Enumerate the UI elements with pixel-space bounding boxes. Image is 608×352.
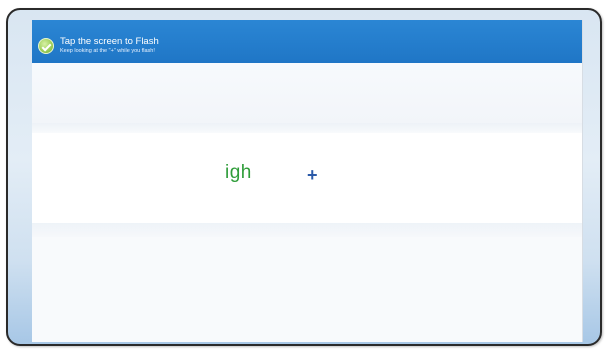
upper-divider bbox=[32, 123, 582, 133]
fixation-cross-icon: + bbox=[307, 165, 318, 185]
header-subtitle: Keep looking at the "+" while you flash! bbox=[60, 48, 155, 54]
check-circle-icon bbox=[38, 38, 54, 54]
lower-divider bbox=[32, 223, 582, 237]
device-frame: Tap the screen to Flash Keep looking at … bbox=[6, 8, 602, 346]
upper-blur-band bbox=[32, 63, 582, 123]
lower-blur-area bbox=[32, 237, 582, 342]
instruction-header: Tap the screen to Flash Keep looking at … bbox=[32, 20, 582, 63]
flash-screen[interactable]: Tap the screen to Flash Keep looking at … bbox=[32, 20, 583, 342]
flash-word: igh bbox=[225, 162, 252, 183]
header-title: Tap the screen to Flash bbox=[60, 36, 159, 47]
